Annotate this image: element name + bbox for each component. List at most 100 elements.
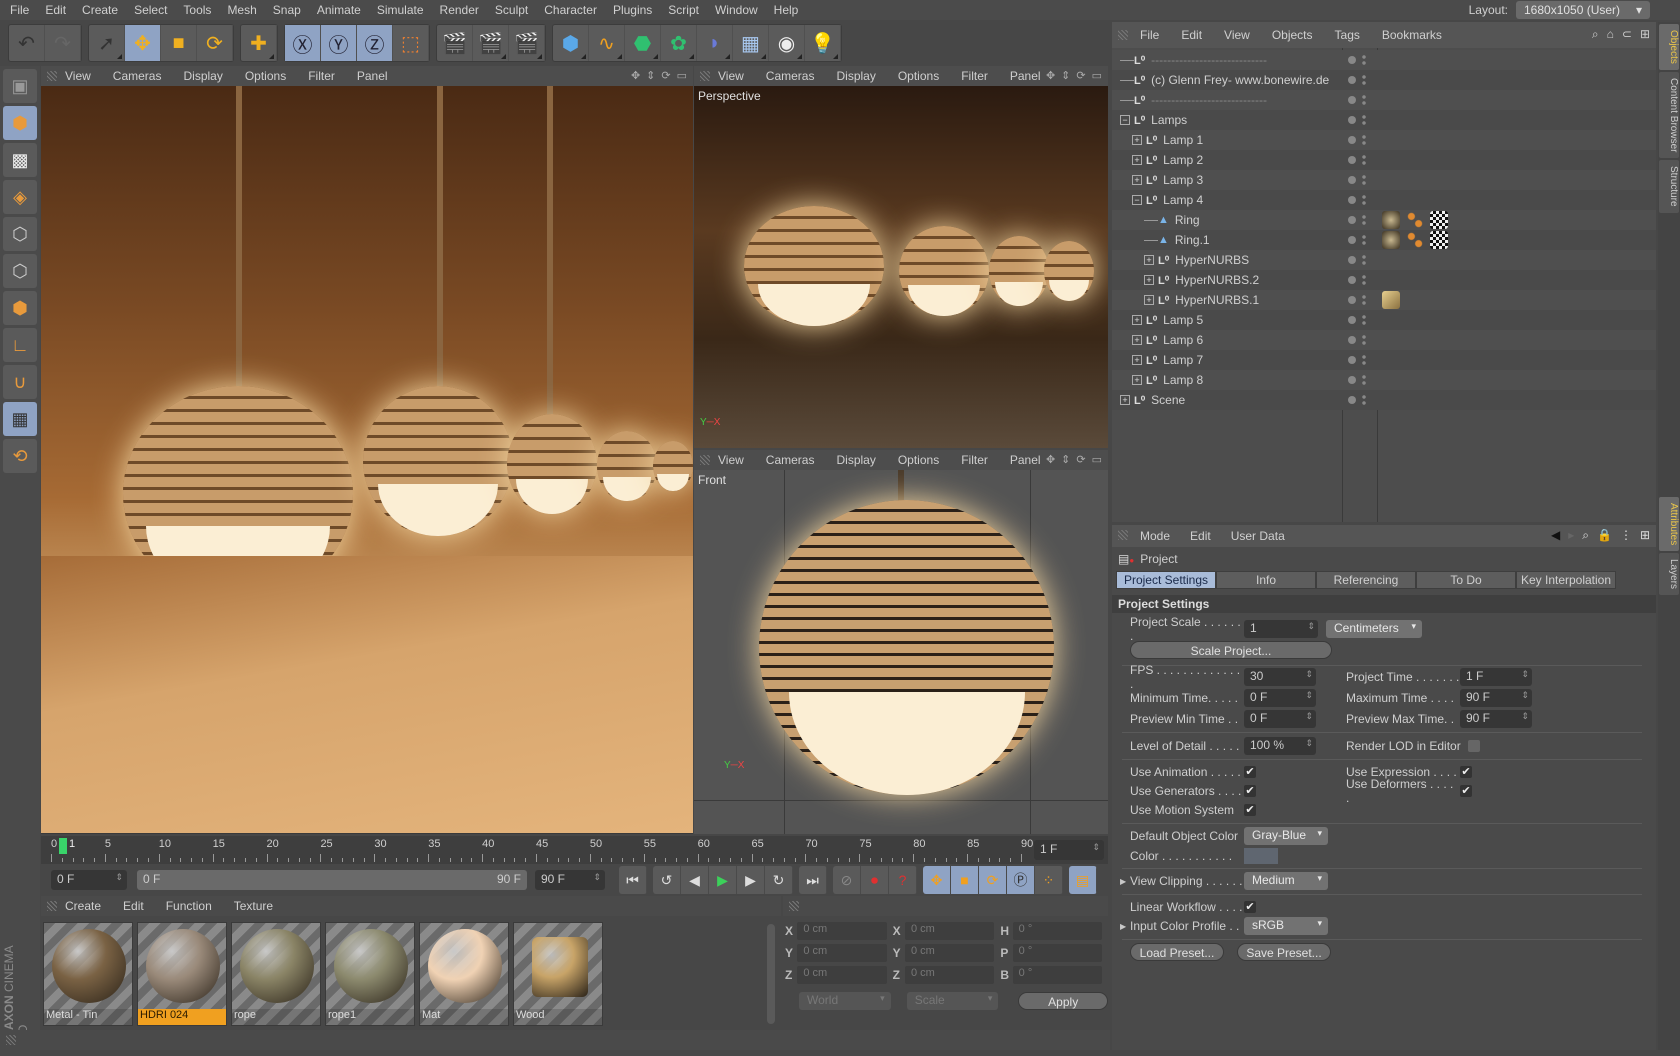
expand-arrow-icon[interactable]: ▶ [1120, 877, 1130, 886]
mat-menu-texture[interactable]: Texture [234, 899, 273, 913]
object-row[interactable]: + L⁰ Scene [1112, 390, 1656, 410]
visibility-toggle-icon[interactable] [1362, 294, 1366, 306]
pan-icon[interactable]: ✥ [631, 69, 640, 82]
timeline[interactable]: 0 5 10 15 20 25 30 35 40 45 50 55 60 65 70 75 80 85 90 1 1… [41, 836, 1108, 864]
view-clipping-dropdown[interactable]: Medium ▾ [1244, 872, 1328, 890]
search-icon[interactable]: ⌕ [1592, 27, 1599, 42]
orbit-icon[interactable]: ⟳ [661, 69, 670, 82]
undo-icon[interactable]: ↶ [9, 25, 45, 61]
object-row[interactable]: + L⁰ Lamp 1 [1112, 130, 1656, 150]
back-arrow-icon[interactable]: ◀ [1551, 528, 1560, 543]
object-name[interactable]: HyperNURBS.2 [1175, 273, 1259, 287]
stepper-icon[interactable]: ⇕ [1521, 669, 1529, 680]
orbit-icon[interactable]: ⟳ [1076, 453, 1085, 466]
wood-texture-tag-icon[interactable] [1382, 291, 1400, 309]
object-name[interactable]: Lamp 7 [1163, 353, 1203, 367]
deformer-icon[interactable]: ◗ [697, 25, 733, 61]
object-row[interactable]: − L⁰ Lamps [1112, 110, 1656, 130]
step-back-icon[interactable]: ◀ [681, 866, 709, 894]
side-tab-objects[interactable]: Objects [1659, 24, 1679, 70]
vertex-map-tag-icon[interactable] [1406, 211, 1424, 229]
make-editable-icon[interactable]: ▣ [3, 69, 37, 103]
object-row[interactable]: + L⁰ Lamp 7 [1112, 350, 1656, 370]
object-name[interactable]: Lamps [1151, 113, 1187, 127]
autokey-icon[interactable]: ⏺ [861, 866, 889, 894]
collapse-icon[interactable]: − [1120, 115, 1130, 125]
texture-tag-icon[interactable] [1382, 211, 1400, 229]
object-name[interactable]: Lamp 1 [1163, 133, 1203, 147]
coordinate-system-icon[interactable]: ⬚ [393, 25, 429, 61]
coord-field[interactable]: 0 ° [1012, 966, 1103, 984]
workplane-align-icon[interactable]: ⟲ [3, 439, 37, 473]
object-row[interactable]: + L⁰ Lamp 5 [1112, 310, 1656, 330]
move-icon[interactable]: ✥ [125, 25, 161, 61]
side-tab-content-browser[interactable]: Content Browser [1659, 71, 1679, 159]
object-name[interactable]: Lamp 3 [1163, 173, 1203, 187]
keyframe-selection-icon[interactable]: ? [889, 866, 917, 894]
menu-mesh[interactable]: Mesh [227, 3, 256, 17]
stepper-icon[interactable]: ⇕ [1521, 690, 1529, 701]
menu-help[interactable]: Help [774, 3, 799, 17]
array-icon[interactable]: ✿ [661, 25, 697, 61]
mat-menu-create[interactable]: Create [65, 899, 101, 913]
visibility-toggle-icon[interactable] [1362, 174, 1366, 186]
material-swatch[interactable]: HDRI 024 [137, 922, 227, 1026]
color-swatch[interactable] [1244, 848, 1278, 864]
light-icon[interactable]: 💡 [805, 25, 841, 61]
zoom-icon[interactable]: ⇕ [1061, 453, 1070, 466]
layer-dot-icon[interactable] [1348, 176, 1356, 184]
object-row[interactable]: L⁰ ----------------------------- [1112, 50, 1656, 70]
expand-arrow-icon[interactable]: ▶ [1120, 922, 1130, 931]
coord-field[interactable]: 0 ° [1012, 944, 1103, 962]
points-mode-icon[interactable]: ⬡ [3, 217, 37, 251]
mat-menu-function[interactable]: Function [166, 899, 212, 913]
visibility-toggle-icon[interactable] [1362, 114, 1366, 126]
layer-dot-icon[interactable] [1348, 256, 1356, 264]
visibility-toggle-icon[interactable] [1362, 394, 1366, 406]
object-row[interactable]: ▲ Ring.1 [1112, 230, 1656, 250]
menu-window[interactable]: Window [715, 3, 758, 17]
visibility-toggle-icon[interactable] [1362, 54, 1366, 66]
menu-script[interactable]: Script [668, 3, 699, 17]
zoom-icon[interactable]: ⇕ [646, 69, 655, 82]
visibility-toggle-icon[interactable] [1362, 214, 1366, 226]
link-icon[interactable]: ⊂ [1622, 27, 1632, 42]
layer-dot-icon[interactable] [1348, 96, 1356, 104]
expand-icon[interactable]: + [1132, 175, 1142, 185]
hierarchy-icon[interactable]: ⋮ [1620, 528, 1632, 543]
object-row[interactable]: + L⁰ HyperNURBS.2 [1112, 270, 1656, 290]
expand-icon[interactable]: + [1132, 155, 1142, 165]
vp-menu-cameras[interactable]: Cameras [113, 69, 162, 83]
layer-dot-icon[interactable] [1348, 236, 1356, 244]
vp-menu-display[interactable]: Display [183, 69, 222, 83]
object-row[interactable]: + L⁰ Lamp 8 [1112, 370, 1656, 390]
object-row[interactable]: − L⁰ Lamp 4 [1112, 190, 1656, 210]
stepper-icon[interactable]: ⇕ [1305, 711, 1313, 722]
go-to-end-icon[interactable]: ⏭ [799, 866, 827, 894]
obj-menu-objects[interactable]: Objects [1272, 28, 1313, 42]
coord-size-dropdown[interactable]: Scale ▾ [906, 992, 999, 1010]
vp-menu-filter[interactable]: Filter [308, 69, 335, 83]
key-parameter-icon[interactable]: Ⓟ [1007, 866, 1035, 894]
visibility-toggle-icon[interactable] [1362, 154, 1366, 166]
tab-key-interpolation[interactable]: Key Interpolation [1516, 571, 1616, 589]
zoom-icon[interactable]: ⇕ [1061, 69, 1070, 82]
default-color-dropdown[interactable]: Gray-Blue ▾ [1244, 827, 1328, 845]
model-mode-icon[interactable]: ⬢ [3, 106, 37, 140]
layer-dot-icon[interactable] [1348, 56, 1356, 64]
object-name[interactable]: HyperNURBS [1175, 253, 1249, 267]
snap-magnet-icon[interactable]: ∪ [3, 365, 37, 399]
menu-character[interactable]: Character [544, 3, 597, 17]
viewport-front[interactable]: View Cameras Display Options Filter Pane… [694, 450, 1108, 834]
layer-dot-icon[interactable] [1348, 336, 1356, 344]
menu-file[interactable]: File [10, 3, 29, 17]
stepper-icon[interactable]: ⇕ [1305, 690, 1313, 701]
collapse-icon[interactable]: − [1132, 195, 1142, 205]
vp-menu-display[interactable]: Display [836, 453, 875, 467]
pan-icon[interactable]: ✥ [1046, 69, 1055, 82]
vp-menu-options[interactable]: Options [245, 69, 286, 83]
menu-animate[interactable]: Animate [317, 3, 361, 17]
spline-pen-icon[interactable]: ∿ [589, 25, 625, 61]
render-lod-checkbox[interactable] [1468, 740, 1480, 752]
expand-icon[interactable]: + [1144, 255, 1154, 265]
